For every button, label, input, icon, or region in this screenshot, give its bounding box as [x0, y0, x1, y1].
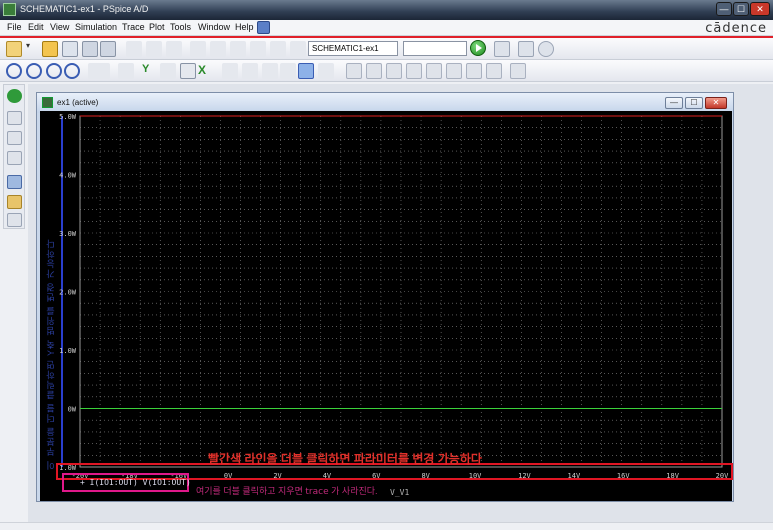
plot-minimize-button[interactable]: — — [665, 97, 683, 109]
cut-icon[interactable] — [126, 41, 142, 57]
tool-2-icon[interactable] — [250, 41, 266, 57]
menu-simulation[interactable]: Simulation — [75, 22, 117, 32]
eval-icon[interactable] — [242, 63, 258, 79]
plot-label-icon[interactable] — [280, 63, 296, 79]
y-tick-label: 4.0W — [59, 172, 77, 180]
trace-legend-2[interactable]: V(IO1:OUT) — [143, 478, 191, 487]
main-annotation: 빨간색 라인을 더블 클릭하면 파라미터를 변경 가능하다 — [208, 452, 482, 466]
stop-icon[interactable] — [538, 41, 554, 57]
waveform-chart[interactable]: 5.0W4.0W3.0W2.0W1.0W0W-1.0W -20V -18V -16V… — [40, 111, 732, 501]
cursor-max-icon[interactable] — [426, 63, 442, 79]
zoom-fit-icon[interactable] — [64, 63, 80, 79]
menu-view[interactable]: View — [50, 22, 69, 32]
pause-icon[interactable] — [518, 41, 534, 57]
simulation-status-icon[interactable] — [7, 89, 22, 103]
cursor-point-icon[interactable] — [446, 63, 462, 79]
zoom-out-icon[interactable] — [26, 63, 42, 79]
trace-chart-icon[interactable] — [222, 63, 238, 79]
redo-icon[interactable] — [210, 41, 226, 57]
view-output-icon[interactable] — [494, 41, 510, 57]
pspice-app-icon — [3, 3, 16, 16]
help-icon[interactable] — [257, 21, 270, 34]
trace-legend[interactable]: + I(IO1:OUT) V(IO1:OUT) — [80, 478, 191, 487]
bottom-annotation: 여기를 더블 클릭하고 지우면 trace 가 사라진다. — [196, 484, 378, 497]
add-file-icon[interactable] — [62, 41, 78, 57]
plot-window-titlebar: ex1 (active) — ☐ ✕ — [37, 93, 733, 113]
menu-tools[interactable]: Tools — [170, 22, 191, 32]
secondary-select[interactable] — [403, 41, 467, 56]
trace-legend-1[interactable]: + I(IO1:OUT) — [80, 478, 138, 487]
panel-5-icon[interactable] — [7, 195, 22, 209]
y-axis-annotation: 이 부분을 더블 클릭하면 Y축 범위를 변경 가능하다 — [46, 238, 56, 470]
panel-6-icon[interactable] — [7, 213, 22, 227]
simulation-profile-select[interactable]: SCHEMATIC1-ex1 — [308, 41, 398, 56]
menu-plot[interactable]: Plot — [149, 22, 165, 32]
add-trace-icon[interactable]: X — [198, 63, 214, 79]
zoom-in-icon[interactable] — [6, 63, 22, 79]
title-bar: SCHEMATIC1-ex1 - PSpice A/D — ☐ ✕ — [0, 0, 773, 20]
window-title: SCHEMATIC1-ex1 - PSpice A/D — [20, 4, 149, 14]
toggle-cursor-icon[interactable] — [298, 63, 314, 79]
tool-4-icon[interactable] — [290, 41, 306, 57]
run-simulation-button[interactable] — [470, 40, 486, 56]
cursor-min-icon[interactable] — [406, 63, 422, 79]
menu-file[interactable]: File — [7, 22, 22, 32]
zoom-area-icon[interactable] — [46, 63, 62, 79]
fft-icon[interactable] — [160, 63, 176, 79]
toolbar-plot: Y X — [0, 60, 773, 82]
copy-icon[interactable] — [146, 41, 162, 57]
menu-bar: File Edit View Simulation Trace Plot Too… — [0, 20, 773, 36]
y-tick-label: 0W — [68, 406, 77, 414]
panel-4-icon[interactable] — [7, 175, 22, 189]
undo-icon[interactable] — [190, 41, 206, 57]
bottom-annotation-trace: trace — [305, 487, 329, 497]
new-dropdown-icon[interactable]: ▾ — [26, 41, 34, 57]
tool-3-icon[interactable] — [270, 41, 286, 57]
menu-window[interactable]: Window — [198, 22, 230, 32]
y-tick-label: 5.0W — [59, 113, 77, 121]
log-y-icon[interactable]: Y — [142, 63, 158, 79]
cursor-next-icon[interactable] — [486, 63, 502, 79]
close-button[interactable]: ✕ — [750, 2, 770, 16]
plot-window-title: ex1 (active) — [57, 98, 99, 107]
open-folder-icon[interactable] — [42, 41, 58, 57]
bottom-annotation-suffix: 가 사라진다. — [331, 486, 378, 496]
axis-settings-icon[interactable] — [88, 63, 110, 79]
status-bar — [0, 522, 773, 530]
plot-maximize-button[interactable]: ☐ — [685, 97, 703, 109]
mark-label-icon[interactable] — [510, 63, 526, 79]
abc-icon[interactable] — [262, 63, 278, 79]
y-tick-label: 2.0W — [59, 289, 77, 297]
panel-2-icon[interactable] — [7, 131, 22, 145]
menu-edit[interactable]: Edit — [28, 22, 44, 32]
bottom-annotation-prefix: 여기를 더블 클릭하고 지우면 — [196, 486, 303, 496]
panel-3-icon[interactable] — [7, 151, 22, 165]
cursor-peak-icon[interactable] — [346, 63, 362, 79]
maximize-button[interactable]: ☐ — [733, 2, 749, 16]
minimize-button[interactable]: — — [716, 2, 732, 16]
menu-trace[interactable]: Trace — [122, 22, 145, 32]
tool-1-icon[interactable] — [230, 41, 246, 57]
save-icon[interactable] — [82, 41, 98, 57]
y-tick-label: 3.0W — [59, 230, 77, 238]
wave-icon[interactable] — [318, 63, 334, 79]
toolbar-main: ▾ SCHEMATIC1-ex1 — [0, 38, 773, 60]
y-tick-label: 1.0W — [59, 347, 77, 355]
cursor-slope-icon[interactable] — [386, 63, 402, 79]
log-x-icon[interactable] — [118, 63, 134, 79]
print-icon[interactable] — [100, 41, 116, 57]
plot-close-button[interactable]: ✕ — [705, 97, 727, 109]
cadence-logo: cādence — [705, 21, 767, 36]
performance-analysis-icon[interactable] — [180, 63, 196, 79]
plot-window-icon — [42, 97, 53, 108]
left-toolbar — [3, 84, 25, 229]
waveform-plot-area[interactable]: 5.0W 4.0W 3.0W 2.0W 1.0W 0W -1.0W -20V -18V -16V… — [40, 111, 732, 501]
new-file-icon[interactable] — [6, 41, 22, 57]
panel-1-icon[interactable] — [7, 111, 22, 125]
paste-icon[interactable] — [166, 41, 182, 57]
x-axis-name: V_V1 — [390, 488, 409, 497]
cursor-search-icon[interactable] — [466, 63, 482, 79]
menu-help[interactable]: Help — [235, 22, 254, 32]
cursor-trough-icon[interactable] — [366, 63, 382, 79]
